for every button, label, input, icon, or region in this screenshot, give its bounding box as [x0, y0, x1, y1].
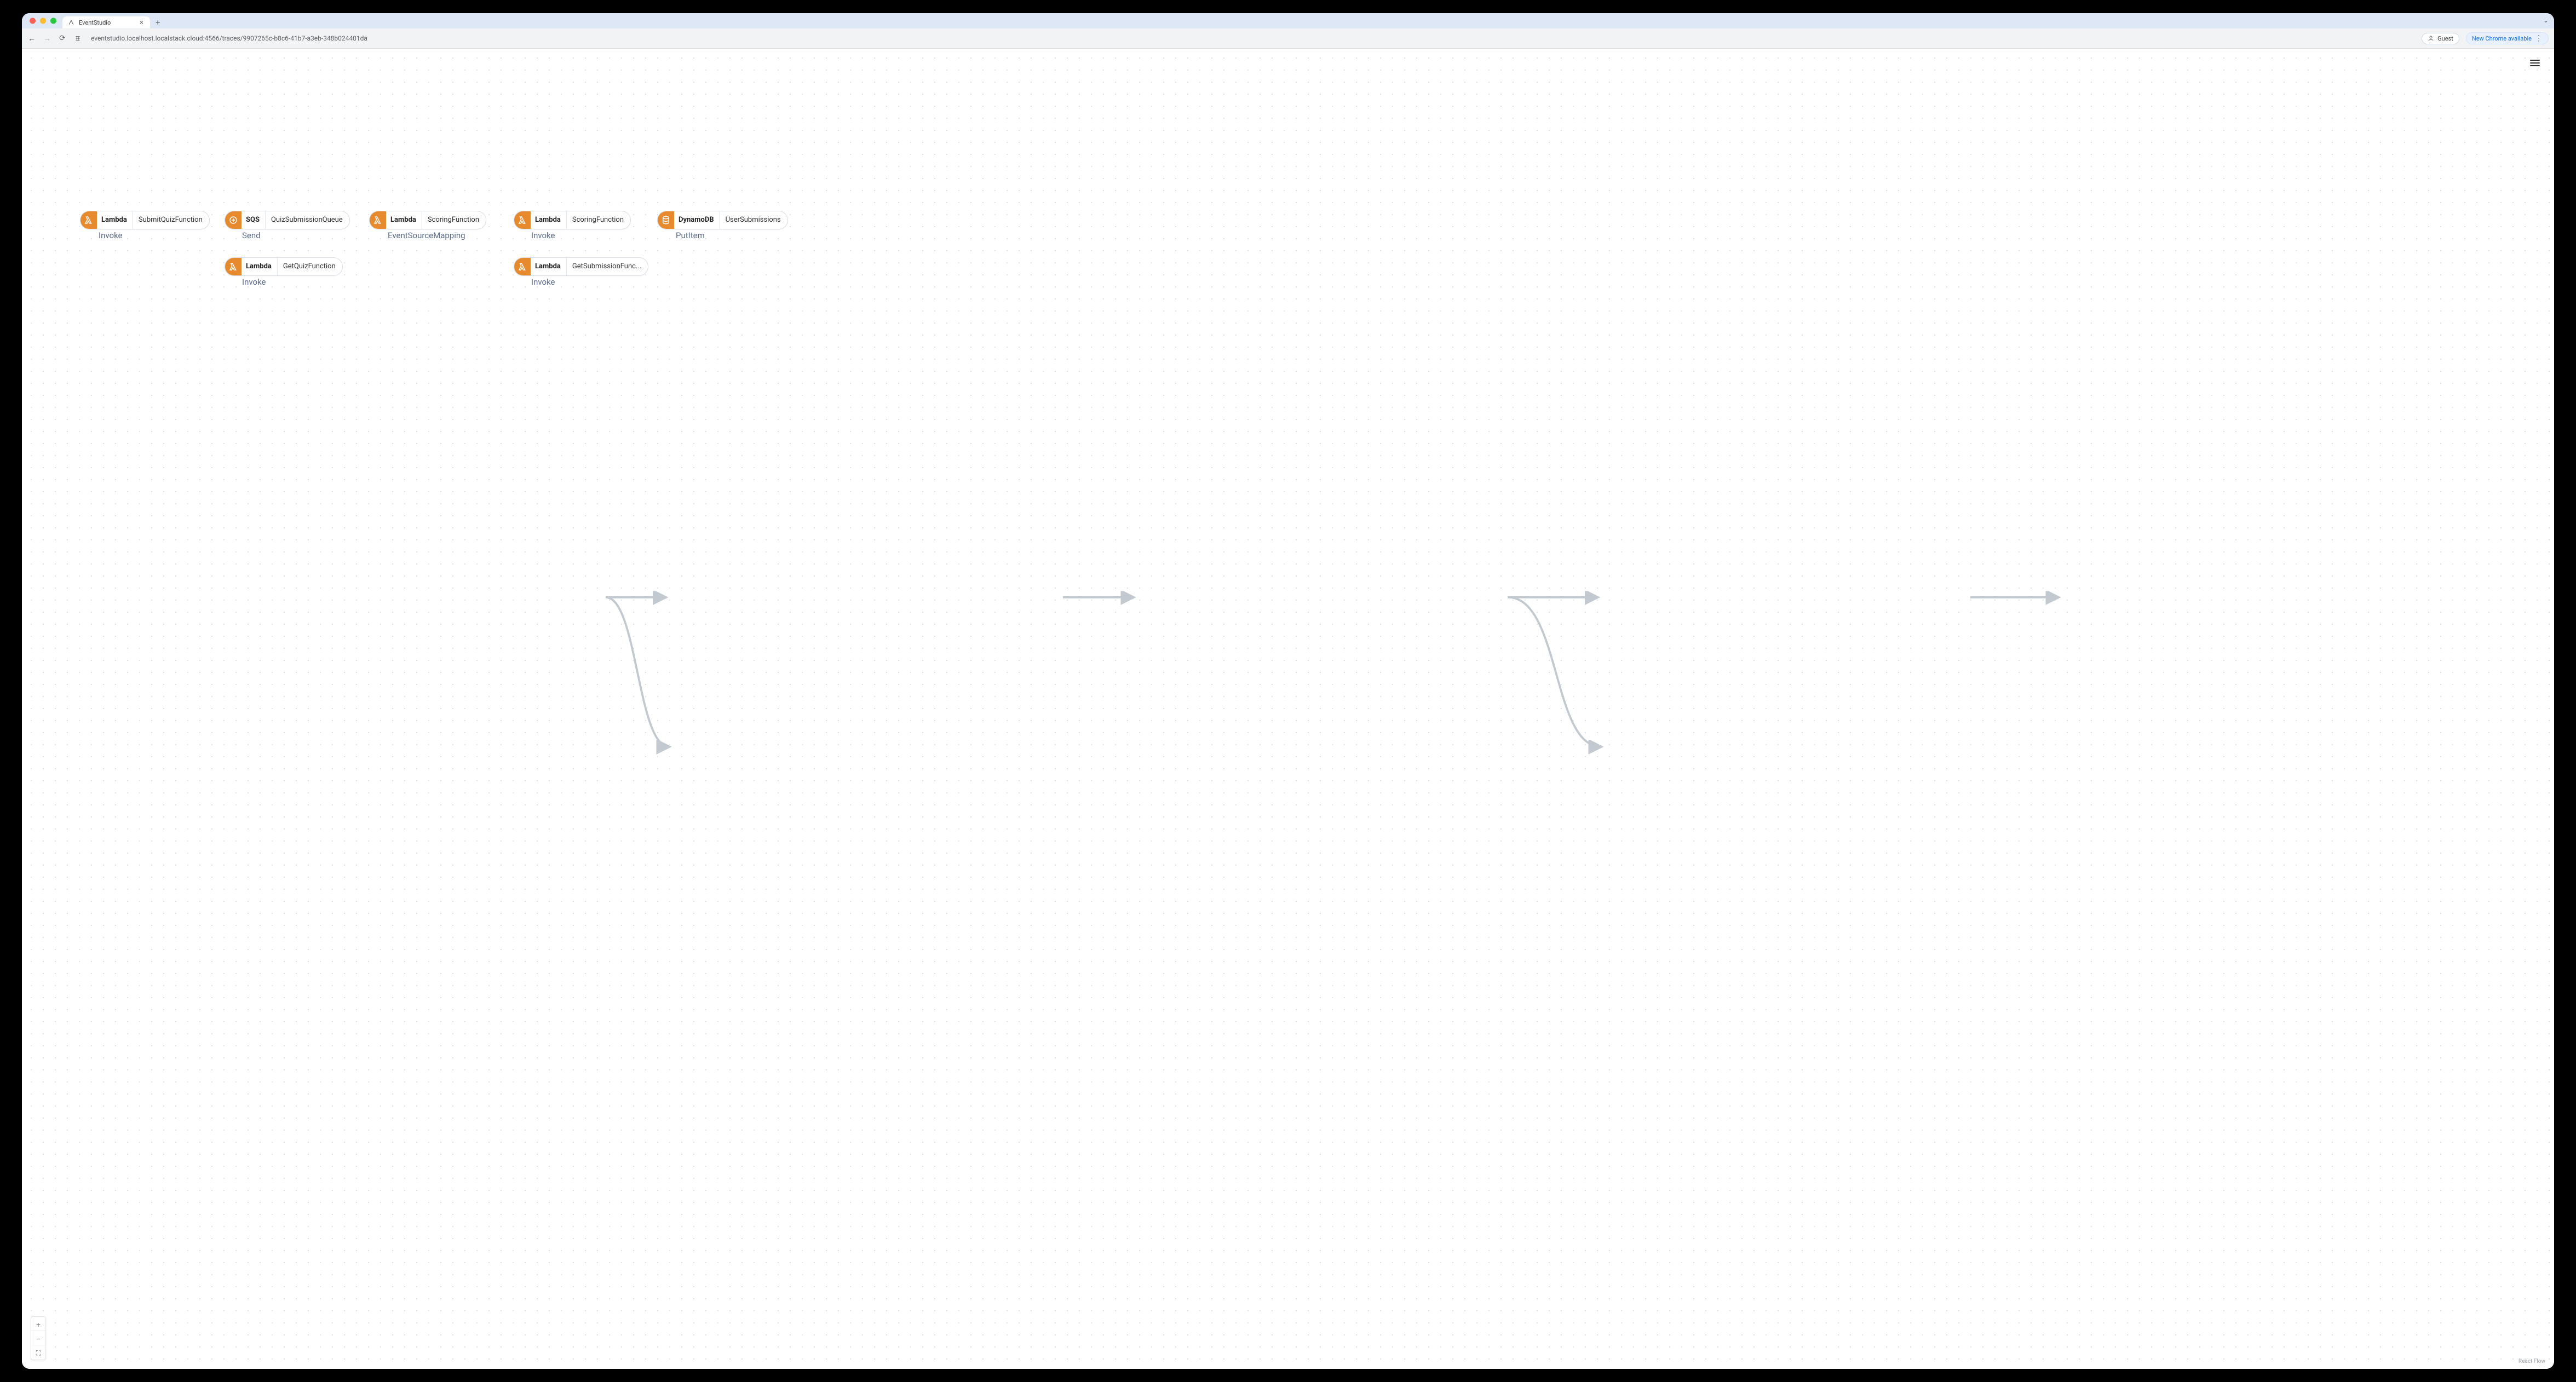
- node-resource: QuizSubmissionQueue: [266, 211, 349, 229]
- nav-back-button[interactable]: ←: [27, 34, 36, 43]
- node-scoringfunction-esm[interactable]: Lambda ScoringFunction: [369, 211, 486, 229]
- window-controls: [30, 18, 56, 24]
- lambda-icon: [514, 211, 531, 229]
- user-icon: [2428, 35, 2434, 42]
- favicon-icon: [68, 19, 74, 26]
- node-usersubmissions[interactable]: DynamoDB UserSubmissions: [657, 211, 788, 229]
- lambda-icon: [81, 211, 97, 229]
- tab-close-button[interactable]: ×: [139, 19, 145, 26]
- sqs-icon: [225, 211, 242, 229]
- node-caption: Invoke: [99, 231, 122, 240]
- node-caption: Invoke: [242, 277, 266, 287]
- menu-button[interactable]: [2530, 60, 2540, 66]
- node-caption: Invoke: [531, 277, 555, 287]
- app-viewport: Lambda SubmitQuizFunction Invoke SQS Qui…: [22, 49, 2554, 1369]
- profile-label: Guest: [2437, 35, 2453, 42]
- dynamodb-icon: [658, 211, 674, 229]
- node-caption: EventSourceMapping: [388, 231, 465, 240]
- site-settings-button[interactable]: [73, 34, 82, 43]
- node-scoringfunction-invoke[interactable]: Lambda ScoringFunction: [514, 211, 631, 229]
- nav-forward-button[interactable]: →: [43, 34, 51, 43]
- node-service: Lambda: [97, 211, 133, 229]
- node-caption: Send: [242, 231, 261, 240]
- profile-button[interactable]: Guest: [2422, 33, 2459, 44]
- canvas-controls: + − ⛶: [31, 1316, 46, 1360]
- node-caption: Invoke: [531, 231, 555, 240]
- browser-toolbar: ← → ⟳ eventstudio.localhost.localstack.c…: [22, 28, 2554, 49]
- fit-view-button[interactable]: ⛶: [31, 1345, 45, 1360]
- attribution-label: React Flow: [2519, 1358, 2545, 1364]
- node-resource: SubmitQuizFunction: [133, 211, 209, 229]
- chrome-update-label: New Chrome available: [2472, 35, 2532, 42]
- node-service: Lambda: [531, 258, 567, 275]
- nav-reload-button[interactable]: ⟳: [58, 34, 67, 43]
- node-getsubmissionfunction[interactable]: Lambda GetSubmissionFunc...: [514, 257, 648, 276]
- zoom-out-button[interactable]: −: [31, 1331, 45, 1345]
- node-resource: ScoringFunction: [422, 211, 486, 229]
- tab-title: EventStudio: [79, 19, 111, 26]
- window-close-button[interactable]: [30, 18, 36, 24]
- node-service: DynamoDB: [674, 211, 720, 229]
- node-service: Lambda: [531, 211, 567, 229]
- browser-window: EventStudio × + ⌄ ← → ⟳ eventstudio.loca…: [22, 13, 2554, 1369]
- lambda-icon: [514, 258, 531, 275]
- zoom-in-button[interactable]: +: [31, 1317, 45, 1331]
- node-quizsubmissionqueue[interactable]: SQS QuizSubmissionQueue: [225, 211, 350, 229]
- node-getquizfunction[interactable]: Lambda GetQuizFunction: [225, 257, 343, 276]
- address-bar[interactable]: eventstudio.localhost.localstack.cloud:4…: [89, 34, 2415, 42]
- node-caption: PutItem: [676, 231, 705, 240]
- canvas-grid[interactable]: [22, 49, 2554, 1369]
- node-submitquizfunction[interactable]: Lambda SubmitQuizFunction: [80, 211, 210, 229]
- more-icon: ⋮: [2535, 34, 2543, 42]
- node-service: Lambda: [242, 258, 278, 275]
- new-tab-button[interactable]: +: [156, 16, 160, 28]
- window-maximize-button[interactable]: [50, 18, 56, 24]
- browser-tab[interactable]: EventStudio ×: [62, 16, 150, 28]
- chrome-update-button[interactable]: New Chrome available ⋮: [2466, 32, 2549, 44]
- node-resource: GetQuizFunction: [278, 258, 342, 275]
- node-resource: UserSubmissions: [720, 211, 787, 229]
- tab-overflow-button[interactable]: ⌄: [2543, 16, 2549, 24]
- window-minimize-button[interactable]: [40, 18, 46, 24]
- node-service: SQS: [242, 211, 266, 229]
- node-resource: ScoringFunction: [567, 211, 630, 229]
- lambda-icon: [370, 211, 386, 229]
- node-service: Lambda: [386, 211, 422, 229]
- tab-strip: EventStudio × + ⌄: [22, 13, 2554, 28]
- node-resource: GetSubmissionFunc...: [567, 258, 648, 275]
- lambda-icon: [225, 258, 242, 275]
